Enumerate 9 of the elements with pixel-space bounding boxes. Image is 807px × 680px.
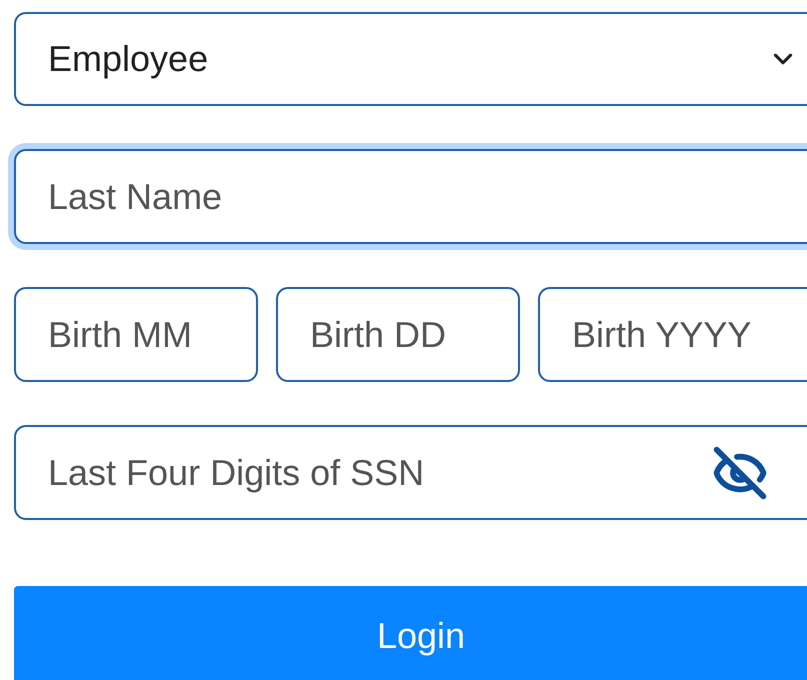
birth-date-field[interactable]: Birth YYYY [538, 287, 807, 382]
eye-slash-icon[interactable] [712, 444, 768, 500]
login-button[interactable]: Login [14, 586, 807, 680]
last-name-field[interactable]: Last Name [14, 149, 807, 244]
select-value: Employee [48, 37, 208, 81]
birth-date-field[interactable]: Birth DD [276, 287, 520, 382]
role-select[interactable]: Employee [14, 12, 807, 106]
birth-date-field[interactable]: Birth MM [14, 287, 258, 382]
ssn-field[interactable]: Last Four Digits of SSN [14, 425, 807, 520]
